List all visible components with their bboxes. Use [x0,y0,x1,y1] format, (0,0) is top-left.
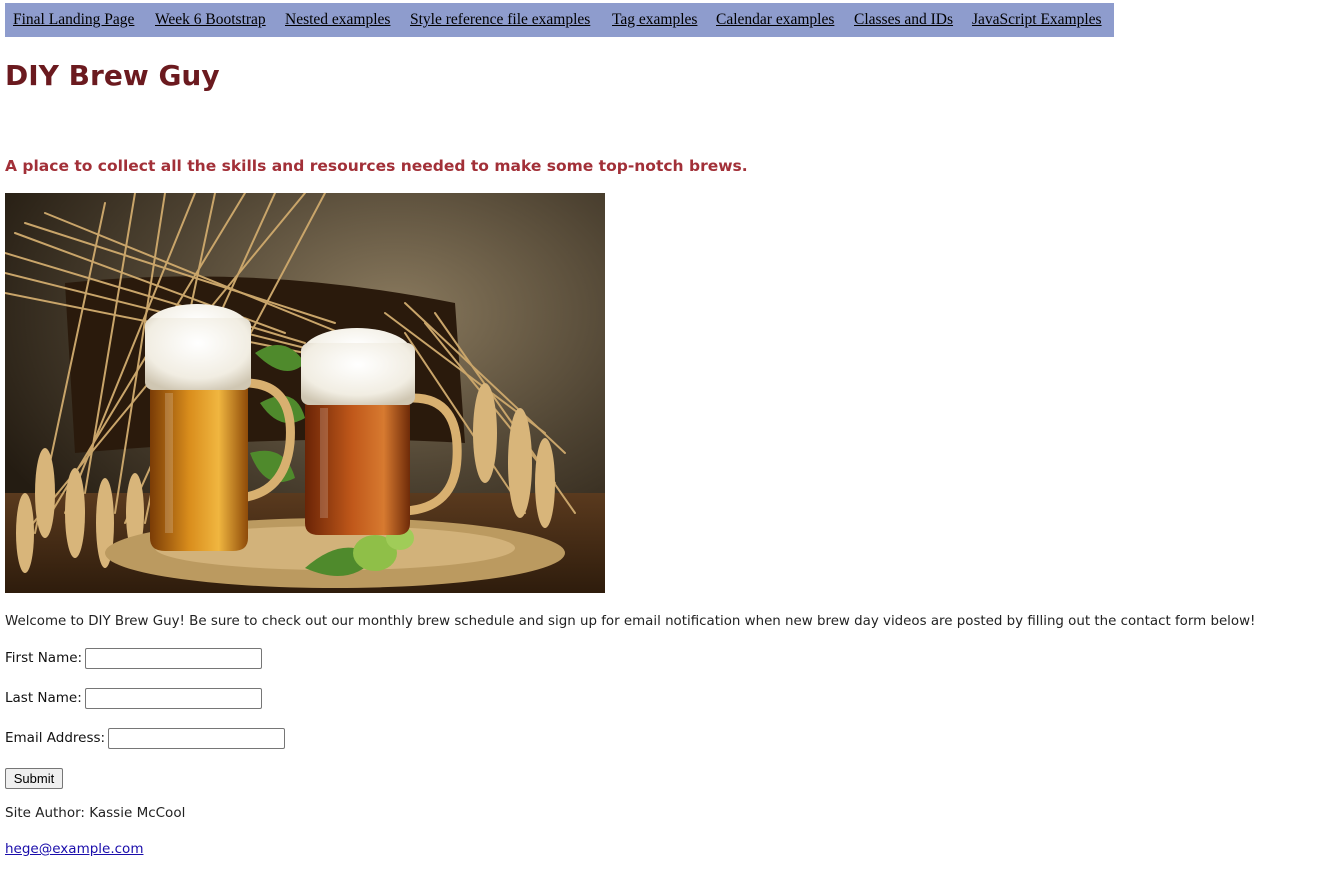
last-name-field[interactable] [84,687,262,709]
nav-link-tag-examples[interactable]: Tag examples [612,11,697,29]
contact-email-link[interactable]: hege@example.com [5,839,143,859]
page-tagline: A place to collect all the skills and re… [5,157,748,175]
top-nav-bar: Final Landing Page Week 6 Bootstrap Nest… [5,3,1114,37]
nav-link-javascript-examples[interactable]: JavaScript Examples [972,11,1102,29]
nav-link-style-reference[interactable]: Style reference file examples [410,11,590,29]
last-name-row: Last Name: [5,687,262,709]
nav-link-week-6-bootstrap[interactable]: Week 6 Bootstrap [155,11,266,29]
nav-link-final-landing-page[interactable]: Final Landing Page [13,11,134,29]
site-author: Site Author: Kassie McCool [5,805,186,821]
email-address-label: Email Address: [5,730,106,746]
first-name-field[interactable] [85,647,263,669]
email-row: Email Address: [5,727,286,749]
submit-button[interactable]: Submit [5,768,63,789]
page-title: DIY Brew Guy [5,59,220,92]
first-name-row: First Name: [5,647,263,669]
nav-link-classes-and-ids[interactable]: Classes and IDs [854,11,953,29]
hero-image-beer-mugs [5,193,605,593]
nav-link-calendar-examples[interactable]: Calendar examples [716,11,834,29]
email-address-field[interactable] [108,727,286,749]
welcome-message: Welcome to DIY Brew Guy! Be sure to chec… [5,614,1256,629]
nav-link-nested-examples[interactable]: Nested examples [285,11,390,29]
last-name-label: Last Name: [5,690,82,706]
first-name-label: First Name: [5,650,83,666]
